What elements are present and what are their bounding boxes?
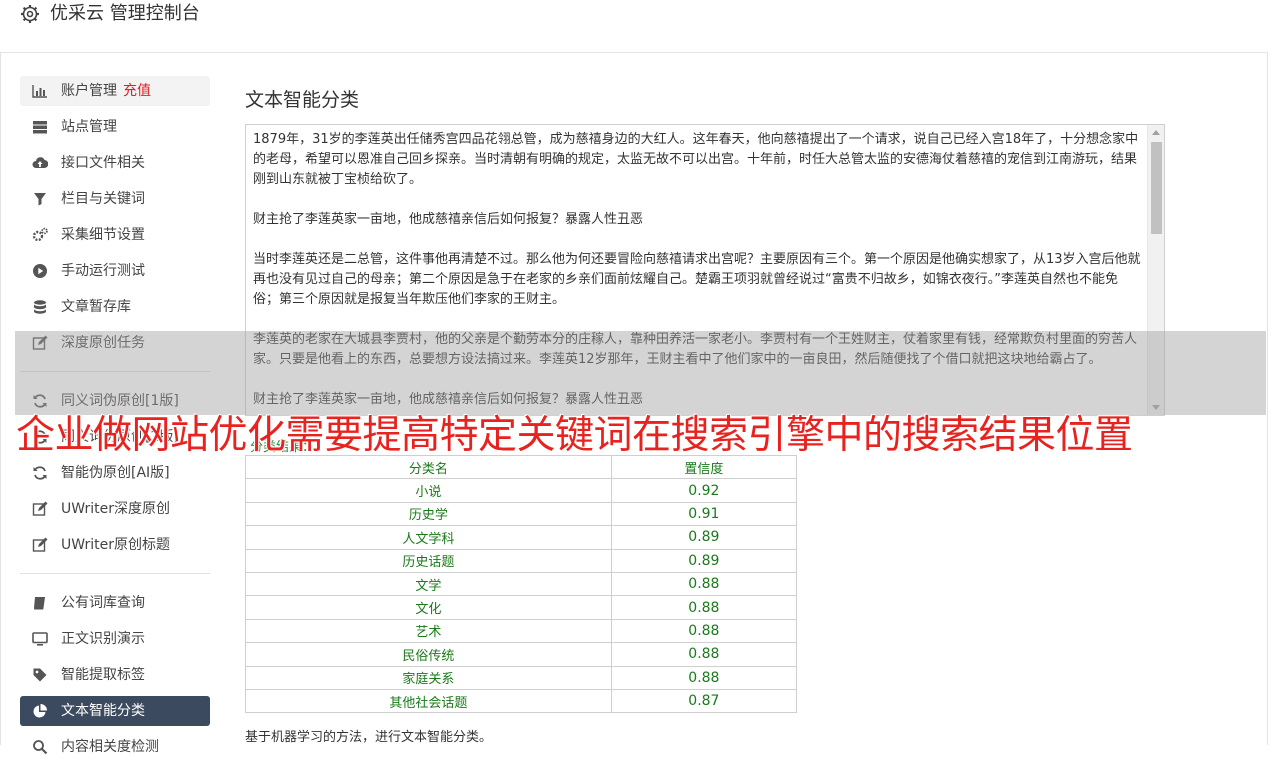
description-text: 基于机器学习的方法，进行文本智能分类。 <box>245 730 493 745</box>
bar-chart-icon <box>32 85 47 98</box>
confidence-cell: 0.88 <box>610 618 798 644</box>
sidebar-item-article-storage[interactable]: 文章暂存库 <box>20 292 210 322</box>
sidebar-item-text-classify[interactable]: 文本智能分类 <box>20 696 210 726</box>
frame-left-border <box>0 0 1 745</box>
table-row: 人文学科 0.89 <box>245 525 798 550</box>
sidebar-divider <box>20 573 210 574</box>
category-cell: 历史话题 <box>245 548 612 573</box>
sidebar-item-label: 站点管理 <box>61 119 117 135</box>
sidebar-item-label: 智能伪原创[AI版] <box>61 465 170 481</box>
category-cell: 人文学科 <box>245 525 612 550</box>
category-cell: 历史学 <box>245 501 612 527</box>
sidebar-item-public-lexicon[interactable]: 公有词库查询 <box>20 588 210 618</box>
category-cell: 其他社会话题 <box>245 688 612 714</box>
sidebar-item-sites[interactable]: 站点管理 <box>20 112 210 142</box>
confidence-cell: 0.88 <box>610 595 798 620</box>
sidebar-item-label: 手动运行测试 <box>61 263 145 279</box>
sidebar-item-account[interactable]: 账户管理 充值 <box>20 76 210 106</box>
confidence-cell: 0.87 <box>610 688 798 714</box>
confidence-cell: 0.92 <box>610 478 798 503</box>
category-cell: 家庭关系 <box>245 665 612 690</box>
page-title: 文本智能分类 <box>245 89 360 111</box>
sidebar-item-label: 采集细节设置 <box>61 227 145 243</box>
confidence-cell: 0.88 <box>610 665 798 690</box>
confidence-cell: 0.88 <box>610 642 798 667</box>
monitor-icon <box>32 632 48 646</box>
text-paragraph: 1879年，31岁的李莲英出任储秀宫四品花翎总管，成为慈禧身边的大红人。这年春天… <box>253 132 1139 187</box>
confidence-cell: 0.91 <box>610 501 798 527</box>
confidence-cell: 0.89 <box>610 548 798 573</box>
app-title: 优采云 管理控制台 <box>50 3 200 24</box>
table-row: 艺术 0.88 <box>245 618 798 644</box>
table-row: 文化 0.88 <box>245 595 798 620</box>
server-icon <box>33 121 47 134</box>
play-circle-icon <box>33 264 47 278</box>
sidebar-item-label: 接口文件相关 <box>61 155 145 171</box>
table-row: 历史学 0.91 <box>245 501 798 527</box>
edit-icon <box>32 501 48 516</box>
frame-right-border <box>1267 0 1268 745</box>
watermark-headline: 企业做网站优化需要提高特定关键词在搜索引擎中的搜索结果位置 <box>16 413 1133 458</box>
classification-table: 分类名 置信度 小说 0.92 历史学 0.91 人文学科 0.89 历史话题 0.89… <box>245 454 798 714</box>
gear-icon <box>21 5 39 23</box>
category-cell: 艺术 <box>245 618 612 644</box>
text-paragraph: 当时李莲英还是二总管，这件事他再清楚不过。那么他为何还要冒险向慈禧请求出宫呢？主… <box>253 252 1141 307</box>
sidebar-item-collect-settings[interactable]: 采集细节设置 <box>20 220 210 250</box>
confidence-cell: 0.89 <box>610 525 798 550</box>
sidebar-item-uwriter-title[interactable]: UWriter原创标题 <box>20 530 210 560</box>
table-row: 其他社会话题 0.87 <box>245 688 798 714</box>
refresh-icon <box>33 466 47 480</box>
sidebar-item-smart-tags[interactable]: 智能提取标签 <box>20 660 210 690</box>
sidebar-item-label: 栏目与关键词 <box>61 191 145 207</box>
sidebar-item-interface-files[interactable]: 接口文件相关 <box>20 148 210 178</box>
text-paragraph: 财主抢了李莲英家一亩地，他成慈禧亲信后如何报复？暴露人性丑恶 <box>253 212 644 227</box>
sidebar-item-label: 账户管理 <box>61 83 117 99</box>
cloud-upload-icon <box>32 157 48 169</box>
sidebar-item-uwriter-deep[interactable]: UWriter深度原创 <box>20 494 210 524</box>
sidebar-item-manual-run[interactable]: 手动运行测试 <box>20 256 210 286</box>
table-row: 民俗传统 0.88 <box>245 642 798 667</box>
category-cell: 民俗传统 <box>245 642 612 667</box>
category-cell: 文化 <box>245 595 612 620</box>
sidebar-item-ai-rewrite[interactable]: 智能伪原创[AI版] <box>20 458 210 488</box>
sidebar-item-body-recognition[interactable]: 正文识别演示 <box>20 624 210 654</box>
table-row: 文学 0.88 <box>245 571 798 597</box>
confidence-cell: 0.88 <box>610 571 798 597</box>
search-icon <box>33 740 48 755</box>
gears-icon <box>32 227 48 242</box>
sidebar-item-label: 智能提取标签 <box>61 667 145 683</box>
watermark-overlay-band <box>15 331 1266 415</box>
tag-icon <box>33 668 47 682</box>
sidebar-item-columns-keywords[interactable]: 栏目与关键词 <box>20 184 210 214</box>
scrollbar-thumb[interactable] <box>1151 142 1162 234</box>
sidebar-item-label: 文本智能分类 <box>61 703 145 719</box>
database-icon <box>34 300 46 314</box>
book-icon <box>34 597 45 610</box>
sidebar-item-relevance-check[interactable]: 内容相关度检测 <box>20 732 210 762</box>
table-row: 家庭关系 0.88 <box>245 665 798 690</box>
edit-icon <box>32 537 48 552</box>
category-cell: 小说 <box>245 478 612 503</box>
filter-icon <box>34 193 46 206</box>
scroll-up-arrow-icon[interactable] <box>1152 130 1160 135</box>
top-bar: 优采云 管理控制台 <box>0 0 1268 53</box>
sidebar-item-label: 公有词库查询 <box>61 595 145 611</box>
sidebar-item-label: 文章暂存库 <box>61 299 131 315</box>
category-cell: 文学 <box>245 571 612 597</box>
table-row: 小说 0.92 <box>245 478 798 503</box>
sidebar-item-label: 正文识别演示 <box>61 631 145 647</box>
pie-chart-icon <box>33 704 47 718</box>
sidebar-item-label: 内容相关度检测 <box>61 739 159 755</box>
sidebar-item-label: UWriter深度原创 <box>61 501 170 517</box>
recharge-link[interactable]: 充值 <box>123 83 151 99</box>
table-row: 历史话题 0.89 <box>245 548 798 573</box>
sidebar-item-label: UWriter原创标题 <box>61 537 170 553</box>
